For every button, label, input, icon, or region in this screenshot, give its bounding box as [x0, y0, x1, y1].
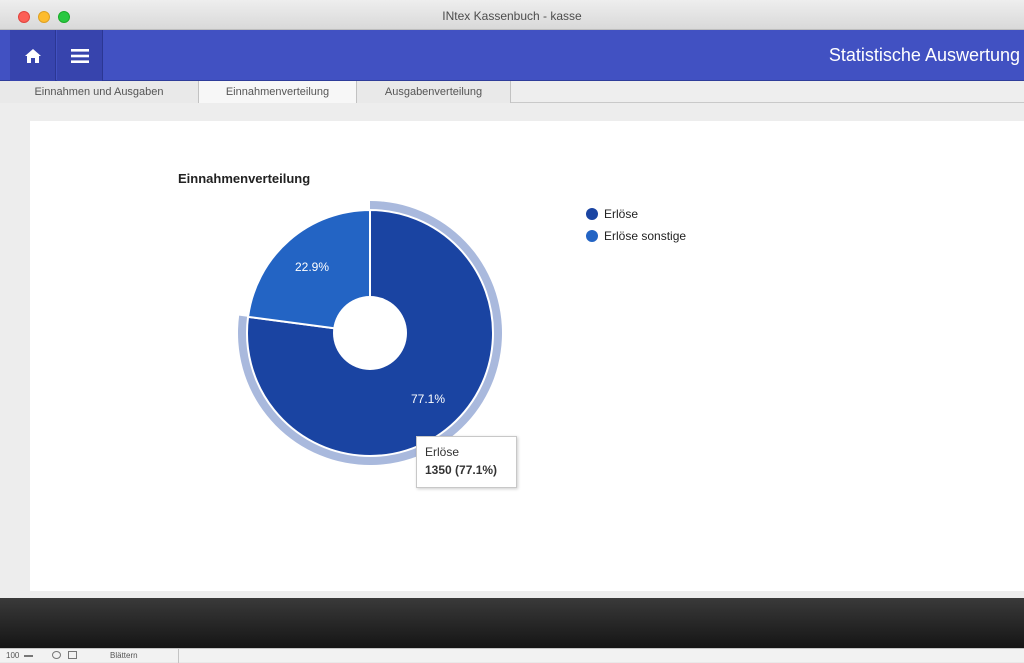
legend-item-erl-se[interactable]: Erlöse: [604, 207, 638, 221]
content-area: Einnahmenverteilung 77.1% 22.9% Erlöse Erlös…: [0, 103, 1024, 598]
slice-label-erl-se-sonstige: 22.9%: [295, 260, 329, 274]
window-titlebar: INtex Kassenbuch - kasse: [0, 0, 1024, 30]
slice-label-erl-se: 77.1%: [411, 392, 445, 406]
legend-marker-erl-se-sonstige: [586, 230, 598, 242]
home-button[interactable]: [10, 30, 56, 81]
bottom-toolbar: [0, 598, 1024, 648]
hamburger-menu-icon: [70, 48, 89, 63]
status-divider: [178, 649, 179, 663]
tooltip-value: 1350 (77.1%): [425, 463, 498, 477]
donut-chart: Einnahmenverteilung 77.1% 22.9% Erlöse Erlös…: [178, 171, 686, 465]
legend-item-erl-se-sonstige[interactable]: Erlöse sonstige: [604, 229, 686, 243]
tab-einnahmenverteilung[interactable]: Einnahmenverteilung: [199, 81, 357, 103]
window-title: INtex Kassenbuch - kasse: [442, 9, 582, 23]
tab-einnahmen-und-ausgaben[interactable]: Einnahmen und Ausgaben: [0, 81, 199, 103]
zoom-out-icon[interactable]: [24, 655, 33, 657]
chart-tooltip: Erlöse 1350 (77.1%): [416, 436, 517, 488]
layout-toggle-icon[interactable]: [68, 651, 77, 659]
tooltip-series-name: Erlöse: [425, 445, 460, 459]
status-bar: 100 Blättern: [0, 648, 1024, 663]
menu-button[interactable]: [57, 30, 103, 81]
page-title: Statistische Auswertung: [828, 45, 1020, 65]
chart-panel: Einnahmenverteilung 77.1% 22.9% Erlöse Erlös…: [30, 121, 1024, 591]
tab-bar: Einnahmen und Ausgaben Einnahmenverteilu…: [0, 81, 1024, 103]
tab-ausgabenverteilung[interactable]: Ausgabenverteilung: [357, 81, 511, 103]
app-window: INtex Kassenbuch - kasse Statistische Au…: [0, 0, 1024, 663]
zoom-level[interactable]: 100: [6, 651, 19, 660]
mode-label: Blättern: [110, 651, 138, 660]
chart-title: Einnahmenverteilung: [178, 171, 310, 186]
zoom-in-icon[interactable]: [52, 651, 61, 659]
donut-hole: [333, 296, 407, 370]
app-header: Statistische Auswertung: [0, 30, 1024, 81]
home-icon: [24, 48, 41, 63]
legend-marker-erl-se: [586, 208, 598, 220]
